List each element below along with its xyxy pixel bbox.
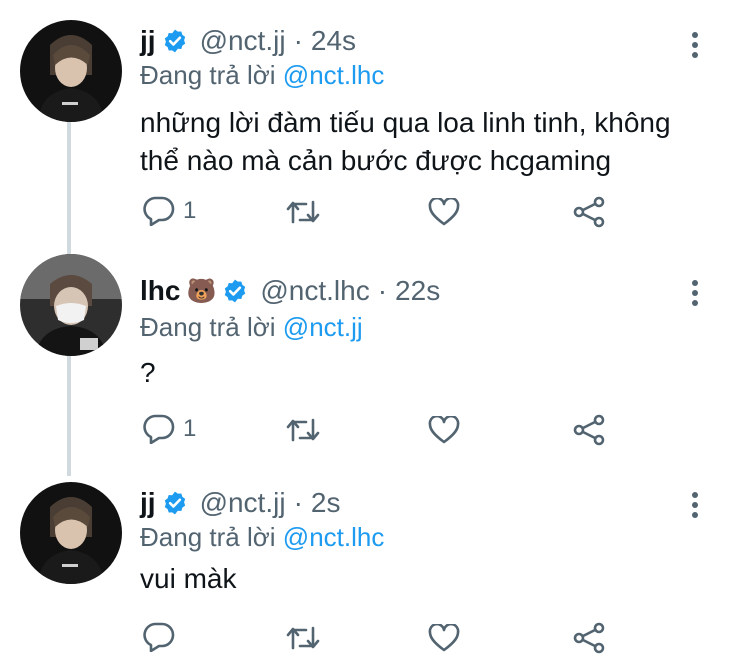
- retweet-button[interactable]: [286, 624, 320, 652]
- tweet-text-line: thể nào mà cản bước được hcgaming: [140, 145, 612, 176]
- reply-button[interactable]: [143, 622, 183, 652]
- mention-link[interactable]: @nct.jj: [283, 312, 363, 342]
- replying-to: Đang trả lời @nct.lhc: [140, 522, 384, 553]
- tweet-header: jj @nct.jj · 2s: [140, 486, 340, 520]
- like-icon: [428, 624, 460, 652]
- avatar[interactable]: [20, 20, 122, 122]
- handle[interactable]: @nct.jj: [200, 487, 286, 519]
- replying-prefix: Đang trả lời: [140, 60, 276, 90]
- reply-icon: [143, 414, 175, 444]
- share-button[interactable]: [572, 414, 606, 446]
- tweet-text: vui màk: [140, 560, 236, 598]
- retweet-icon: [286, 626, 320, 650]
- verified-badge-icon: [162, 490, 188, 516]
- share-button[interactable]: [572, 622, 606, 654]
- tweet-header: lhc 🐻 @nct.lhc · 22s: [140, 274, 440, 308]
- verified-badge-icon: [162, 28, 188, 54]
- reply-button[interactable]: 1: [143, 414, 196, 444]
- replying-prefix: Đang trả lời: [140, 522, 276, 552]
- reply-icon: [143, 196, 175, 226]
- tweet-text: những lời đàm tiếu qua loa linh tinh, kh…: [140, 104, 671, 180]
- like-button[interactable]: [428, 198, 460, 226]
- retweet-icon: [286, 418, 320, 442]
- reply-button[interactable]: 1: [143, 196, 196, 226]
- like-icon: [428, 198, 460, 226]
- action-bar: 1: [0, 194, 750, 234]
- display-name[interactable]: jj: [140, 25, 156, 57]
- share-icon: [573, 414, 605, 446]
- action-bar: [0, 620, 750, 660]
- avatar[interactable]: [20, 254, 122, 356]
- tweet-header: jj @nct.jj · 24s: [140, 24, 356, 58]
- more-icon[interactable]: [690, 490, 700, 520]
- display-name[interactable]: lhc: [140, 275, 180, 307]
- replying-to: Đang trả lời @nct.jj: [140, 312, 363, 343]
- reply-count: 1: [183, 197, 197, 224]
- timestamp[interactable]: 2s: [311, 487, 341, 519]
- separator: ·: [293, 25, 303, 56]
- tweet-text-line: ?: [140, 357, 156, 388]
- bear-emoji: 🐻: [186, 277, 217, 305]
- handle[interactable]: @nct.lhc: [260, 275, 369, 307]
- like-icon: [428, 416, 460, 444]
- tweet[interactable]: jj @nct.jj · 2s Đang trả lời @nct.lhc vu…: [0, 460, 750, 672]
- replying-to: Đang trả lời @nct.lhc: [140, 60, 384, 91]
- share-icon: [573, 622, 605, 654]
- more-icon[interactable]: [690, 278, 700, 308]
- more-icon[interactable]: [690, 30, 700, 60]
- like-button[interactable]: [428, 416, 460, 444]
- tweet-text-line: vui màk: [140, 563, 237, 594]
- retweet-button[interactable]: [286, 416, 320, 444]
- share-icon: [573, 196, 605, 228]
- avatar[interactable]: [20, 482, 122, 584]
- tweet-text-line: những lời đàm tiếu qua loa linh tinh, kh…: [140, 107, 671, 138]
- handle[interactable]: @nct.jj: [200, 25, 286, 57]
- timestamp[interactable]: 22s: [395, 275, 440, 307]
- replying-prefix: Đang trả lời: [140, 312, 276, 342]
- action-bar: 1: [0, 412, 750, 452]
- retweet-button[interactable]: [286, 198, 320, 226]
- mention-link[interactable]: @nct.lhc: [283, 522, 385, 552]
- like-button[interactable]: [428, 624, 460, 652]
- reply-icon: [143, 622, 175, 652]
- tweet[interactable]: lhc 🐻 @nct.lhc · 22s Đang trả lời @nct.j…: [0, 240, 750, 460]
- mention-link[interactable]: @nct.lhc: [283, 60, 385, 90]
- timestamp[interactable]: 24s: [311, 25, 356, 57]
- tweet[interactable]: jj @nct.jj · 24s Đang trả lời @nct.lhc n…: [0, 0, 750, 240]
- share-button[interactable]: [572, 196, 606, 228]
- retweet-icon: [286, 200, 320, 224]
- separator: ·: [293, 487, 303, 518]
- separator: ·: [377, 275, 388, 306]
- verified-badge-icon: [222, 278, 248, 304]
- tweet-text: ?: [140, 354, 156, 392]
- display-name[interactable]: jj: [140, 487, 156, 519]
- reply-count: 1: [183, 415, 197, 442]
